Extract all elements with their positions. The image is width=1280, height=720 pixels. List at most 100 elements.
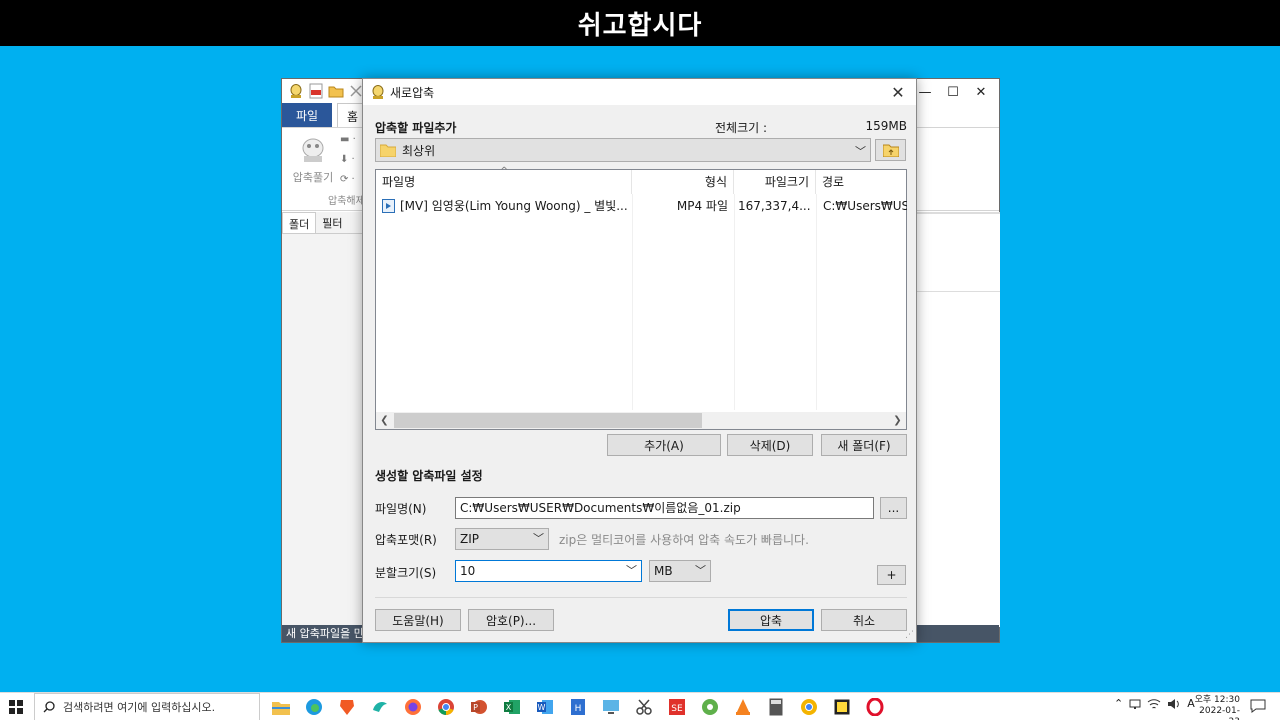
chevron-down-icon: ﹀ xyxy=(533,532,544,545)
filename-input[interactable]: C:₩Users₩USER₩Documents₩이름없음_01.zip xyxy=(455,497,874,519)
format-select-value: ZIP xyxy=(460,532,479,546)
edge-browser-icon[interactable] xyxy=(303,697,325,717)
tab-folder[interactable]: 폴더 xyxy=(282,212,317,233)
help-button[interactable]: 도움말(H) xyxy=(375,609,461,631)
ribbon-small-3[interactable]: ⟳ · xyxy=(340,174,355,185)
ribbon-extract-button[interactable]: 압축풀기 xyxy=(290,136,336,185)
column-name[interactable]: 파일명 xyxy=(376,170,632,194)
excel-icon[interactable]: X xyxy=(501,697,523,717)
separator xyxy=(375,597,907,598)
opera-browser-icon[interactable] xyxy=(864,697,886,717)
search-placeholder: 검색하려면 여기에 입력하십시오. xyxy=(63,701,216,714)
windows-start-icon[interactable] xyxy=(9,700,23,714)
network-status-icon[interactable] xyxy=(1129,698,1141,710)
brave-browser-icon[interactable] xyxy=(336,697,358,717)
hwp-icon[interactable]: H xyxy=(567,697,589,717)
left-panel: 폴더 필터 xyxy=(282,212,364,627)
delete-button[interactable]: 삭제(D) xyxy=(727,434,813,456)
file-type: MP4 파일 xyxy=(676,199,728,213)
svg-text:W: W xyxy=(538,703,546,712)
scroll-left-icon[interactable]: ❮ xyxy=(376,412,393,429)
whale-browser-icon[interactable] xyxy=(369,697,391,717)
list-header-line xyxy=(917,213,1000,214)
split-size-combo[interactable]: 10 ﹀ xyxy=(455,560,642,582)
show-hidden-icons-icon[interactable]: ⌃ xyxy=(1114,697,1123,710)
file-list[interactable]: ^ 파일명 형식 파일크기 경로 [MV] 임영웅(Lim Young Woon… xyxy=(375,166,908,430)
zip-file-icon[interactable] xyxy=(308,83,324,99)
quick-access-toolbar xyxy=(288,83,364,99)
se-app-icon[interactable]: SE xyxy=(666,697,688,717)
add-button[interactable]: 추가(A) xyxy=(607,434,721,456)
firefox-browser-icon[interactable] xyxy=(402,697,424,717)
remote-desktop-icon[interactable] xyxy=(600,697,622,717)
column-divider xyxy=(734,194,735,410)
svg-text:P: P xyxy=(473,703,478,712)
search-icon xyxy=(43,701,55,713)
file-name: [MV] 임영웅(Lim Young Woong) _ 별빛... xyxy=(400,199,628,213)
powerpoint-icon[interactable]: P xyxy=(468,697,490,717)
word-icon[interactable]: W xyxy=(534,697,556,717)
notification-icon[interactable] xyxy=(1250,699,1266,713)
browse-button[interactable]: ... xyxy=(880,497,907,519)
folder-up-button[interactable] xyxy=(875,139,906,161)
split-label: 분할크기(S) xyxy=(375,566,437,580)
resize-grip-icon[interactable]: ⋰ xyxy=(905,630,914,640)
ribbon-small-1[interactable]: ▬ · xyxy=(340,134,356,145)
split-size-value: 10 xyxy=(460,564,476,578)
file-list-header: ^ 파일명 형식 파일크기 경로 xyxy=(376,166,908,194)
new-folder-button[interactable]: 새 폴더(F) xyxy=(821,434,907,456)
column-divider xyxy=(632,194,633,410)
vlc-icon[interactable] xyxy=(732,697,754,717)
chevron-down-icon: ﹀ xyxy=(855,145,866,158)
maximize-icon[interactable]: ☐ xyxy=(939,81,967,103)
calculator-icon[interactable] xyxy=(765,697,787,717)
cancel-button[interactable]: 취소 xyxy=(821,609,907,631)
svg-text:SE: SE xyxy=(671,704,683,714)
filename-label: 파일명(N) xyxy=(375,502,427,516)
open-folder-icon[interactable] xyxy=(328,83,344,99)
expand-options-button[interactable]: + xyxy=(877,565,906,585)
ribbon-small-2[interactable]: ⬇ · xyxy=(340,154,355,165)
horizontal-scrollbar[interactable]: ❮ ❯ xyxy=(376,412,906,429)
clock-date: 2022-01-23 xyxy=(1199,706,1240,720)
folder-up-icon xyxy=(882,144,899,157)
taskbar-search[interactable]: 검색하려면 여기에 입력하십시오. xyxy=(34,693,260,720)
folder-icon xyxy=(380,144,396,157)
compress-button[interactable]: 압축 xyxy=(728,609,814,631)
column-path[interactable]: 경로 xyxy=(816,170,908,194)
chevron-down-icon: ﹀ xyxy=(695,564,706,577)
chrome-browser-icon[interactable] xyxy=(435,697,457,717)
file-size: 167,337,4... xyxy=(738,199,810,213)
volume-icon[interactable] xyxy=(1167,698,1181,710)
wifi-icon[interactable] xyxy=(1147,698,1161,710)
tab-file[interactable]: 파일 xyxy=(282,103,332,127)
video-file-icon xyxy=(382,199,395,213)
chrome-alt-icon[interactable] xyxy=(798,697,820,717)
svg-text:H: H xyxy=(575,704,582,714)
snipping-tool-icon[interactable] xyxy=(633,697,655,717)
split-unit-select[interactable]: MB ﹀ xyxy=(649,560,711,582)
taskbar-apps: P X W H SE xyxy=(270,697,886,717)
tab-home[interactable]: 홈 xyxy=(337,103,365,127)
bg-window-controls: — ☐ ✕ xyxy=(911,81,995,103)
taskbar-clock[interactable]: 오후 12:30 2022-01-23 xyxy=(1192,695,1240,720)
file-explorer-icon[interactable] xyxy=(270,697,292,717)
top-banner: 쉬고합시다 xyxy=(0,0,1280,46)
column-size[interactable]: 파일크기 xyxy=(734,170,816,194)
file-list-area xyxy=(917,212,1000,627)
password-button[interactable]: 암호(P)... xyxy=(468,609,554,631)
system-tray: ⌃ A xyxy=(1114,697,1195,710)
folder-select[interactable]: 최상위 ﹀ xyxy=(375,138,871,162)
folder-select-value: 최상위 xyxy=(402,143,436,158)
close-icon[interactable]: ✕ xyxy=(967,81,995,103)
bandizip-icon[interactable] xyxy=(699,697,721,717)
scroll-right-icon[interactable]: ❯ xyxy=(889,412,906,429)
sticky-notes-icon[interactable] xyxy=(831,697,853,717)
tab-filter[interactable]: 필터 xyxy=(316,212,348,233)
file-row[interactable]: [MV] 임영웅(Lim Young Woong) _ 별빛... MP4 파일… xyxy=(376,196,907,216)
format-select[interactable]: ZIP ﹀ xyxy=(455,528,549,550)
dialog-close-icon[interactable]: ✕ xyxy=(886,81,910,103)
scroll-thumb[interactable] xyxy=(394,413,702,428)
column-type[interactable]: 형식 xyxy=(632,170,734,194)
ribbon-extract-label: 압축풀기 xyxy=(292,171,334,184)
